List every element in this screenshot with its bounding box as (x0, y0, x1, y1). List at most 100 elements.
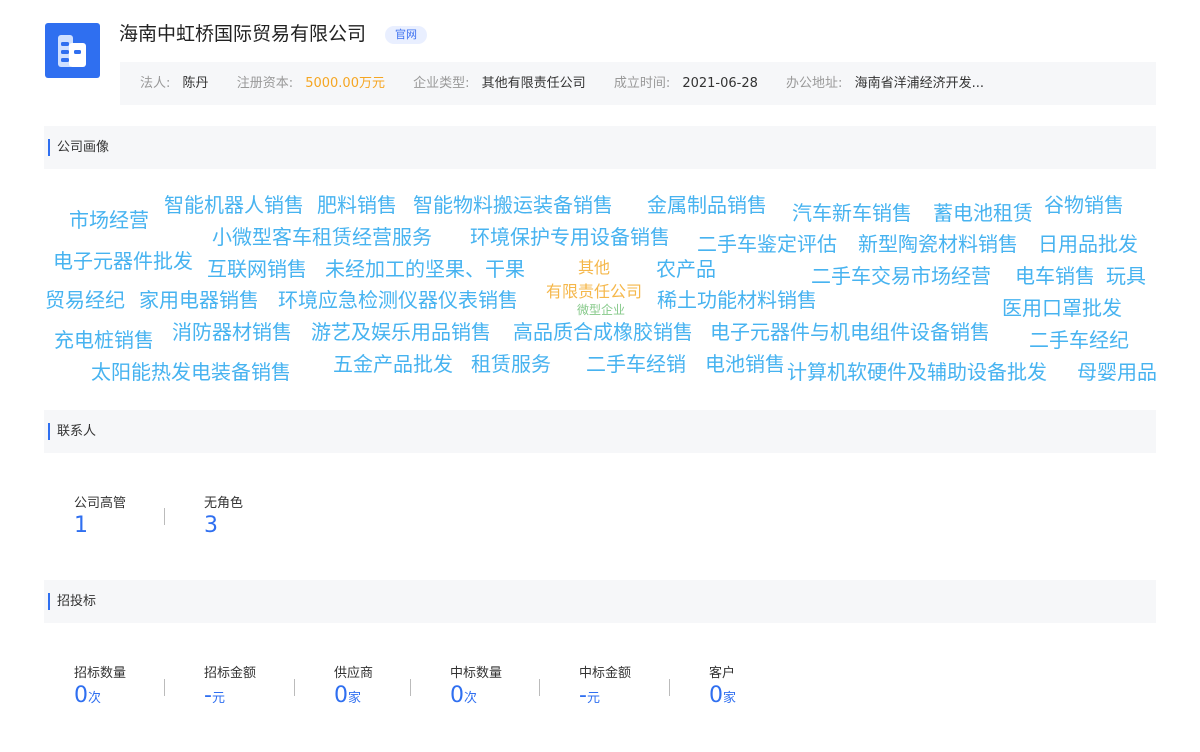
bidding-section-title: 招投标 (57, 594, 97, 609)
cloud-word[interactable]: 微型企业 (577, 304, 625, 316)
section-accent-bar (48, 139, 50, 156)
cloud-word[interactable]: 电子元器件与机电组件设备销售 (710, 322, 990, 342)
tag-word-cloud: 市场经营 智能机器人销售 肥料销售 智能物料搬运装备销售 金属制品销售 汽车新车… (0, 0, 1200, 752)
stat-number[interactable]: - (579, 683, 587, 708)
cloud-word[interactable]: 五金产品批发 (333, 354, 453, 374)
office-address-value[interactable]: 海南省洋浦经济开发... (855, 76, 984, 91)
stat-divider (410, 679, 411, 696)
stat-number[interactable]: 0 (709, 683, 723, 708)
stat-value: -元 (579, 683, 631, 708)
cloud-word[interactable]: 充电桩销售 (54, 330, 154, 350)
stat-label: 招标金额 (204, 666, 257, 681)
cloud-word[interactable]: 谷物销售 (1044, 195, 1124, 215)
bid-stat-tender-amount[interactable]: 招标金额 -元 (204, 662, 256, 708)
stat-number[interactable]: 0 (74, 683, 88, 708)
cloud-word[interactable]: 互联网销售 (207, 259, 307, 279)
stat-number[interactable]: 0 (334, 683, 348, 708)
cloud-word[interactable]: 二手车经纪 (1029, 330, 1129, 350)
cloud-word[interactable]: 电车销售 (1015, 266, 1095, 286)
stat-label: 供应商 (334, 666, 374, 681)
bid-stat-win-count[interactable]: 中标数量 0次 (450, 662, 502, 708)
cloud-word[interactable]: 肥料销售 (317, 195, 397, 215)
cloud-word[interactable]: 智能物料搬运装备销售 (413, 195, 613, 215)
stat-value[interactable]: 3 (204, 513, 243, 538)
cloud-word[interactable]: 新型陶瓷材料销售 (858, 234, 1018, 254)
stat-value: 0家 (334, 683, 373, 708)
legal-rep-label: 法人: (140, 76, 171, 91)
cloud-word[interactable]: 农产品 (656, 259, 716, 279)
cloud-word[interactable]: 贸易经纪 (45, 290, 125, 310)
cloud-word[interactable]: 蓄电池租赁 (933, 203, 1033, 223)
stat-value[interactable]: 1 (74, 513, 126, 538)
stat-label: 中标数量 (450, 666, 503, 681)
stat-divider (164, 508, 165, 525)
reg-capital-value: 5000.00万元 (305, 76, 385, 91)
cloud-word[interactable]: 高品质合成橡胶销售 (513, 322, 693, 342)
stat-value: 0家 (709, 683, 736, 708)
stat-value: 0次 (450, 683, 502, 708)
cloud-word[interactable]: 母婴用品 (1077, 362, 1157, 382)
building-icon (58, 35, 86, 67)
portrait-section-title: 公司画像 (57, 140, 110, 155)
contact-stat-executives[interactable]: 公司高管 1 (74, 492, 126, 538)
stat-label: 公司高管 (74, 496, 127, 511)
cloud-word[interactable]: 太阳能热发电装备销售 (91, 362, 291, 382)
cloud-word[interactable]: 玩具 (1106, 266, 1146, 286)
bid-stat-suppliers[interactable]: 供应商 0家 (334, 662, 373, 708)
office-address-label: 办公地址: (786, 76, 843, 91)
cloud-word[interactable]: 电池销售 (705, 354, 785, 374)
contact-stat-no-role[interactable]: 无角色 3 (204, 492, 243, 538)
stat-divider (164, 679, 165, 696)
cloud-word[interactable]: 日用品批发 (1038, 234, 1138, 254)
cloud-word[interactable]: 租赁服务 (471, 354, 551, 374)
stat-unit: 家 (348, 691, 362, 706)
cloud-word[interactable]: 有限责任公司 (546, 284, 642, 300)
stat-divider (669, 679, 670, 696)
founded-date-label: 成立时间: (613, 76, 671, 91)
stat-label: 中标金额 (579, 666, 632, 681)
stat-unit: 家 (723, 691, 737, 706)
company-type-label: 企业类型: (413, 76, 470, 91)
cloud-word[interactable]: 家用电器销售 (139, 290, 259, 310)
stat-divider (539, 679, 540, 696)
cloud-word[interactable]: 汽车新车销售 (792, 203, 912, 223)
company-type-value: 其他有限责任公司 (481, 76, 586, 91)
cloud-word[interactable]: 医用口罩批发 (1002, 298, 1122, 318)
cloud-word[interactable]: 市场经营 (69, 210, 149, 230)
stat-number[interactable]: 0 (450, 683, 464, 708)
bid-stat-win-amount[interactable]: 中标金额 -元 (579, 662, 631, 708)
cloud-word[interactable]: 环境保护专用设备销售 (470, 227, 670, 247)
stat-divider (294, 679, 295, 696)
section-accent-bar (48, 593, 50, 610)
stat-label: 客户 (709, 666, 736, 681)
stat-number[interactable]: - (204, 683, 212, 708)
cloud-word[interactable]: 消防器材销售 (172, 322, 292, 342)
official-site-badge[interactable]: 官网 (385, 26, 427, 44)
bid-stat-customers[interactable]: 客户 0家 (709, 662, 736, 708)
cloud-word[interactable]: 游艺及娱乐用品销售 (311, 322, 491, 342)
stat-value: 0次 (74, 683, 126, 708)
cloud-word[interactable]: 计算机软硬件及辅助设备批发 (787, 362, 1047, 382)
stat-unit: 次 (88, 691, 102, 706)
cloud-word[interactable]: 环境应急检测仪器仪表销售 (278, 290, 518, 310)
cloud-word[interactable]: 未经加工的坚果、干果 (325, 259, 525, 279)
cloud-word[interactable]: 金属制品销售 (647, 195, 767, 215)
reg-capital-label: 注册资本: (236, 76, 294, 91)
cloud-word[interactable]: 二手车经销 (586, 354, 686, 374)
contacts-section-header: 联系人 (44, 410, 1156, 453)
company-info-bar: 法人: 陈丹 注册资本: 5000.00万元 企业类型: 其他有限责任公司 成立… (120, 62, 1156, 105)
contacts-section-title: 联系人 (57, 424, 97, 439)
company-name: 海南中虹桥国际贸易有限公司 (119, 23, 367, 45)
company-logo (45, 23, 100, 78)
cloud-word[interactable]: 稀土功能材料销售 (657, 290, 817, 310)
cloud-word[interactable]: 小微型客车租赁经营服务 (212, 227, 432, 247)
cloud-word[interactable]: 其他 (578, 260, 610, 276)
cloud-word[interactable]: 二手车鉴定评估 (697, 234, 837, 254)
legal-rep-value[interactable]: 陈丹 (183, 76, 209, 91)
bid-stat-tender-count[interactable]: 招标数量 0次 (74, 662, 126, 708)
cloud-word[interactable]: 二手车交易市场经营 (811, 266, 991, 286)
stat-unit: 次 (464, 691, 478, 706)
cloud-word[interactable]: 电子元器件批发 (53, 251, 193, 271)
founded-date-value: 2021-06-28 (682, 76, 758, 91)
cloud-word[interactable]: 智能机器人销售 (164, 195, 304, 215)
